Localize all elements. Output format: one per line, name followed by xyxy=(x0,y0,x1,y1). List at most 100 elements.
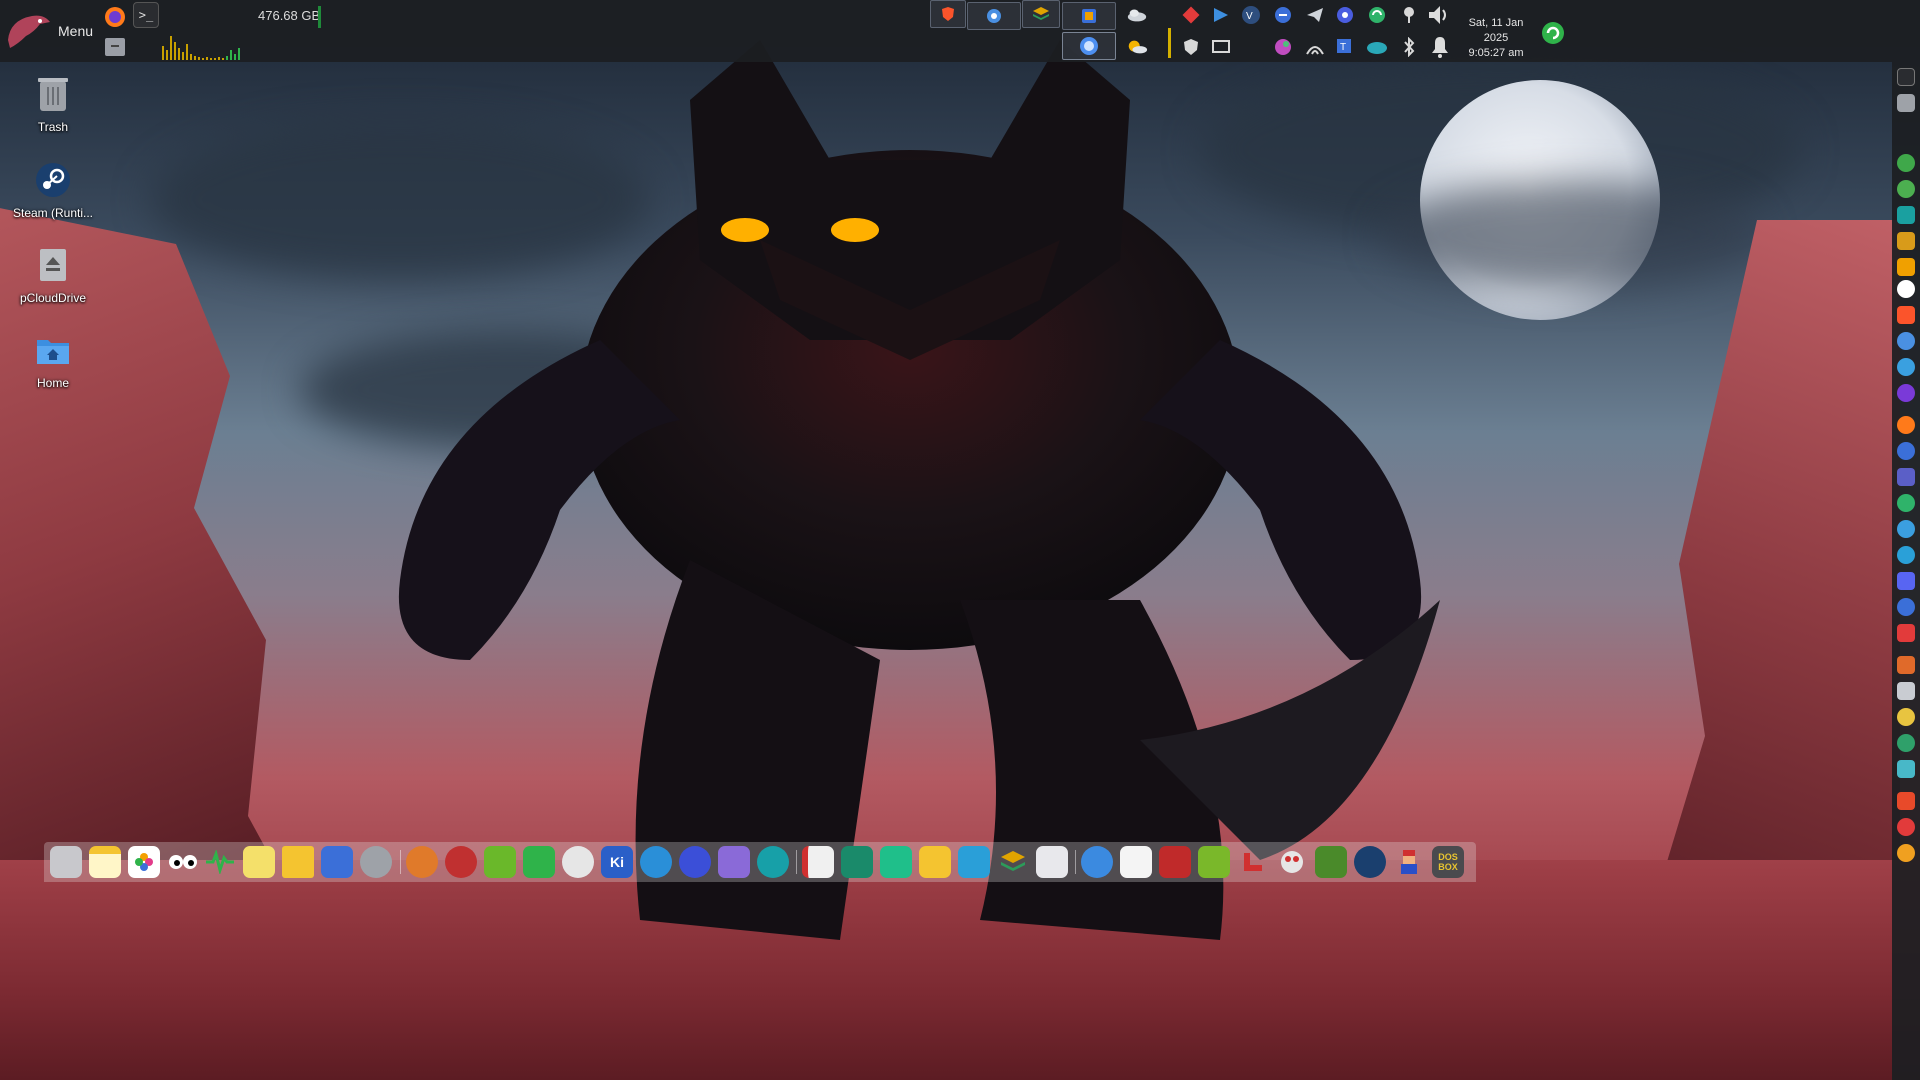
task-chromium[interactable] xyxy=(967,2,1021,30)
image-viewer-icon[interactable] xyxy=(1036,846,1068,878)
calculator-icon[interactable] xyxy=(321,846,353,878)
eyes-icon[interactable] xyxy=(1897,280,1915,298)
list-icon[interactable] xyxy=(1897,682,1915,700)
desktop-icon-pclouddrive[interactable]: pCloudDrive xyxy=(8,245,98,305)
p-app-icon[interactable] xyxy=(919,846,951,878)
tor-icon[interactable] xyxy=(1897,384,1915,402)
frog-game-icon[interactable] xyxy=(1276,846,1308,878)
sync-icon[interactable] xyxy=(1897,494,1915,512)
disc-burner-icon[interactable] xyxy=(562,846,594,878)
screen-capture-icon[interactable] xyxy=(1210,36,1232,58)
dosbox-icon[interactable]: DOS BOX xyxy=(1432,846,1464,878)
steam-icon[interactable] xyxy=(1354,846,1386,878)
document-icon[interactable] xyxy=(802,846,834,878)
palette-icon[interactable] xyxy=(1897,708,1915,726)
n-app-icon[interactable] xyxy=(880,846,912,878)
panel-clock[interactable]: Sat, 11 Jan 2025 9:05:27 am xyxy=(1456,16,1536,61)
mario-icon[interactable] xyxy=(1393,846,1425,878)
notification-bell-icon[interactable] xyxy=(1428,34,1452,60)
paint-icon[interactable] xyxy=(1897,656,1915,674)
chat-icon[interactable] xyxy=(1897,598,1915,616)
layers-icon[interactable] xyxy=(997,846,1029,878)
text-editor-icon[interactable] xyxy=(243,846,275,878)
task-brave[interactable] xyxy=(930,0,966,28)
update-icon[interactable] xyxy=(1897,844,1915,862)
task-stack-app[interactable] xyxy=(1022,0,1060,28)
eyes-icon[interactable] xyxy=(167,846,199,878)
flag-game-icon[interactable] xyxy=(1159,846,1191,878)
update-manager-icon[interactable] xyxy=(1540,20,1566,46)
refresh-icon[interactable] xyxy=(1897,734,1915,752)
lock-icon[interactable] xyxy=(1897,792,1915,810)
vim-icon[interactable] xyxy=(1897,206,1915,224)
contacts-icon[interactable] xyxy=(50,846,82,878)
browser-globe-icon[interactable] xyxy=(640,846,672,878)
terminal-icon[interactable] xyxy=(1897,68,1915,86)
media-player-icon[interactable] xyxy=(1210,4,1232,26)
gparted-icon[interactable] xyxy=(484,846,516,878)
tetris-icon[interactable] xyxy=(1237,846,1269,878)
file-manager-launcher[interactable] xyxy=(102,34,128,60)
chromium-icon[interactable] xyxy=(1897,332,1915,350)
telegram-icon[interactable] xyxy=(1897,546,1915,564)
app-orange-icon[interactable] xyxy=(406,846,438,878)
firefox-icon[interactable] xyxy=(1897,416,1915,434)
keepass-icon[interactable] xyxy=(523,846,555,878)
photos-icon[interactable] xyxy=(128,846,160,878)
power-icon[interactable] xyxy=(1897,818,1915,836)
padlock-icon[interactable] xyxy=(360,846,392,878)
chat-bubble-icon[interactable] xyxy=(1897,520,1915,538)
folder-icon[interactable] xyxy=(282,846,314,878)
teams-icon[interactable] xyxy=(1897,468,1915,486)
settings-gear-icon[interactable] xyxy=(1334,4,1356,26)
anydesk-icon[interactable] xyxy=(1180,4,1202,26)
brave-icon[interactable] xyxy=(1897,306,1915,324)
volume-icon[interactable] xyxy=(1426,2,1452,28)
bluetooth-icon[interactable] xyxy=(1398,36,1420,58)
application-menu-button[interactable]: Menu xyxy=(4,8,98,54)
network-icon[interactable] xyxy=(1081,846,1113,878)
headphones-icon[interactable] xyxy=(679,846,711,878)
desktop-icon-trash[interactable]: Trash xyxy=(8,74,98,134)
location-pin-icon[interactable] xyxy=(1398,4,1420,26)
translate-icon[interactable]: T xyxy=(1334,36,1356,58)
desktop-icon-steam[interactable]: Steam (Runti... xyxy=(8,160,98,220)
sync-icon[interactable] xyxy=(1366,4,1388,26)
vk-icon[interactable]: V xyxy=(1240,4,1262,26)
file-cabinet-icon[interactable] xyxy=(1897,94,1915,112)
task-active-app[interactable] xyxy=(1062,32,1116,60)
cards-icon[interactable] xyxy=(1120,846,1152,878)
disk-usage-bar xyxy=(318,6,321,28)
firefox-launcher[interactable] xyxy=(102,4,128,30)
floppy-icon[interactable] xyxy=(718,846,750,878)
wifi-icon[interactable] xyxy=(1304,36,1326,58)
color-app-icon[interactable] xyxy=(1272,36,1294,58)
kiwix-icon[interactable]: Ki xyxy=(601,846,633,878)
picture-icon[interactable] xyxy=(1897,258,1915,276)
snake-game-icon[interactable] xyxy=(1315,846,1347,878)
chat-bubble-icon[interactable] xyxy=(1272,4,1294,26)
desktop-icon-home[interactable]: Home xyxy=(8,330,98,390)
d-app-icon[interactable] xyxy=(958,846,990,878)
weather-sun-icon[interactable] xyxy=(1126,36,1148,58)
arduino-icon[interactable] xyxy=(757,846,789,878)
weather-cloud-icon[interactable] xyxy=(1126,4,1148,26)
maps-pin-icon[interactable] xyxy=(1897,154,1915,172)
puzzle-game-icon[interactable] xyxy=(1198,846,1230,878)
monitor-icon[interactable] xyxy=(1897,760,1915,778)
system-monitor-icon[interactable] xyxy=(204,846,236,878)
cloud-sync-icon[interactable] xyxy=(1366,36,1388,58)
notes-icon[interactable] xyxy=(89,846,121,878)
bookmark-icon[interactable] xyxy=(841,846,873,878)
task-photo-app[interactable] xyxy=(1062,2,1116,30)
safari-icon[interactable] xyxy=(1897,358,1915,376)
anydesk-icon[interactable] xyxy=(1897,624,1915,642)
cookie-icon[interactable] xyxy=(1897,232,1915,250)
telegram-icon[interactable] xyxy=(1304,4,1326,26)
bug-icon[interactable] xyxy=(1897,180,1915,198)
discord-icon[interactable] xyxy=(1897,572,1915,590)
shield-icon[interactable] xyxy=(1180,36,1202,58)
wine-icon[interactable] xyxy=(445,846,477,878)
messenger-icon[interactable] xyxy=(1897,442,1915,460)
terminal-launcher[interactable]: >_ xyxy=(133,2,159,28)
